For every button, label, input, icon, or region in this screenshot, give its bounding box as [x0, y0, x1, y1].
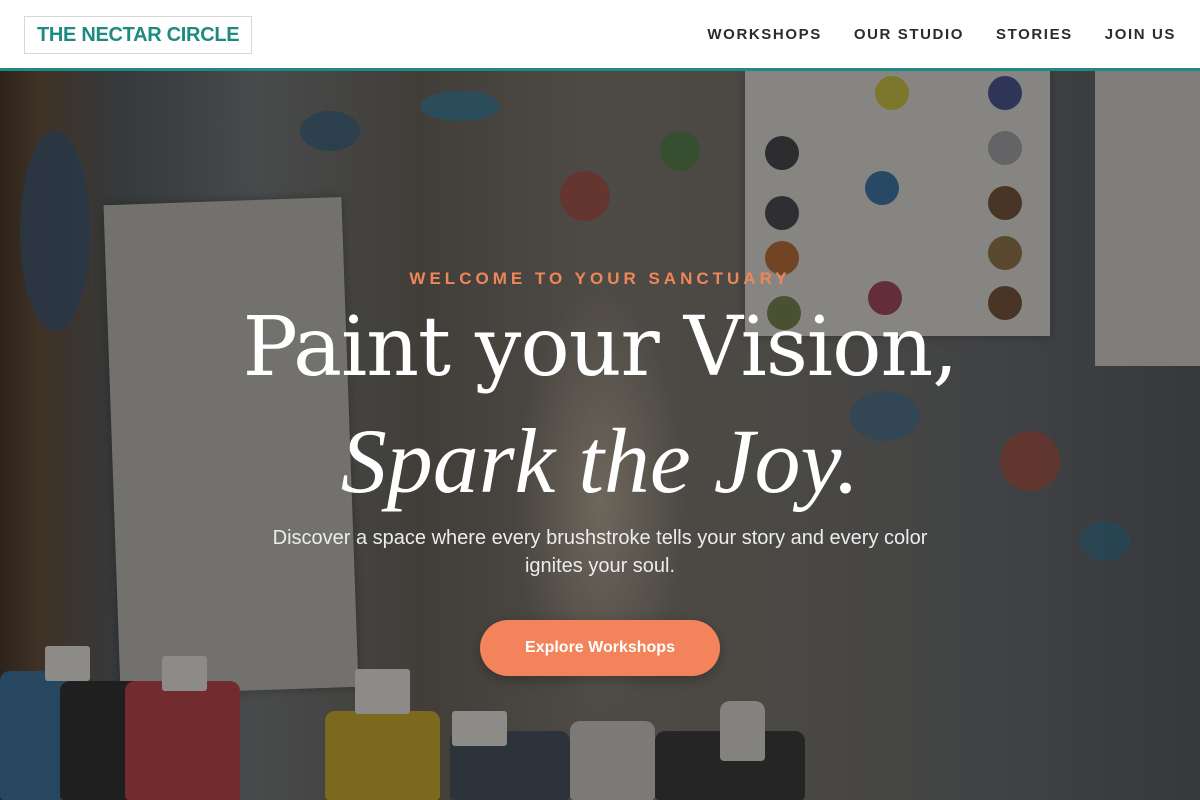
- nav-link-stories[interactable]: STORIES: [996, 26, 1073, 43]
- main-nav: WORKSHOPS OUR STUDIO STORIES JOIN US: [707, 0, 1176, 68]
- nav-link-workshops[interactable]: WORKSHOPS: [707, 26, 821, 43]
- hero-headline-line-1: Paint your Vision,: [242, 300, 959, 395]
- explore-workshops-button[interactable]: Explore Workshops: [480, 620, 720, 676]
- hero-eyebrow: WELCOME TO YOUR SANCTUARY: [409, 269, 791, 288]
- hero-subtext: Discover a space where every brushstroke…: [272, 527, 928, 577]
- hero-content: WELCOME TO YOUR SANCTUARY Paint your Vis…: [0, 71, 1200, 800]
- site-header: THE NECTAR CIRCLE WORKSHOPS OUR STUDIO S…: [0, 0, 1200, 71]
- nav-link-join-us[interactable]: JOIN US: [1105, 26, 1176, 43]
- hero-section: WELCOME TO YOUR SANCTUARY Paint your Vis…: [0, 71, 1200, 800]
- nav-link-our-studio[interactable]: OUR STUDIO: [854, 26, 964, 43]
- hero-headline-line-2: Spark the Joy.: [340, 410, 860, 512]
- site-logo[interactable]: THE NECTAR CIRCLE: [24, 16, 253, 54]
